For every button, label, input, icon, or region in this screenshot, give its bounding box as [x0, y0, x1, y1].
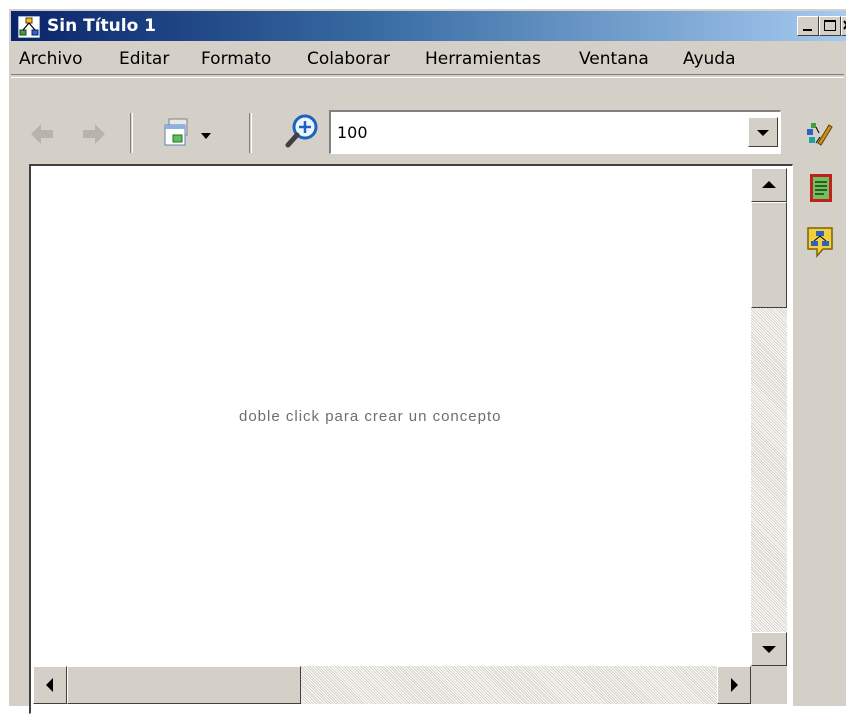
forward-arrow-icon[interactable] [79, 121, 107, 147]
zoom-in-icon[interactable] [285, 113, 321, 151]
window-title: Sin Título 1 [47, 16, 156, 36]
horizontal-scroll-thumb[interactable] [67, 666, 301, 704]
horizontal-scrollbar[interactable] [33, 666, 751, 704]
back-arrow-icon[interactable] [29, 121, 57, 147]
app-window: Sin Título 1 Archivo Editar Formato Cola… [8, 8, 846, 714]
concept-map-canvas[interactable]: doble click para crear un concepto [29, 164, 793, 714]
canvas-hint: doble click para crear un concepto [239, 408, 502, 425]
menu-ayuda[interactable]: Ayuda [683, 49, 736, 69]
arrow-left-icon [46, 678, 53, 692]
title-bar[interactable]: Sin Título 1 [11, 11, 846, 41]
toolbar-separator [130, 113, 133, 153]
close-icon [843, 20, 846, 30]
close-button[interactable] [841, 16, 846, 36]
arrow-right-icon [731, 678, 738, 692]
arrow-up-icon [762, 181, 776, 188]
menu-divider [11, 74, 844, 78]
menu-archivo[interactable]: Archivo [19, 49, 83, 69]
maximize-button[interactable] [819, 16, 841, 36]
scroll-left-button[interactable] [33, 666, 67, 704]
minimize-icon [803, 29, 812, 31]
menu-formato[interactable]: Formato [201, 49, 271, 69]
zoom-dropdown-button[interactable] [748, 117, 778, 147]
views-dropdown-icon[interactable] [161, 117, 195, 151]
menu-bar: Archivo Editar Formato Colaborar Herrami… [11, 43, 846, 73]
styles-icon[interactable] [805, 119, 835, 147]
scrollbar-corner [751, 666, 787, 704]
cmap-icon [18, 16, 40, 38]
zoom-field[interactable]: 100 [329, 110, 781, 154]
scroll-down-button[interactable] [751, 632, 787, 666]
zoom-value: 100 [337, 123, 368, 142]
list-document-icon[interactable] [809, 173, 833, 203]
toolbar-separator [249, 113, 252, 153]
arrow-down-icon [762, 646, 776, 653]
menu-ventana[interactable]: Ventana [579, 49, 649, 69]
vertical-scrollbar[interactable] [751, 168, 787, 666]
menu-editar[interactable]: Editar [119, 49, 169, 69]
minimize-button[interactable] [797, 16, 819, 36]
concept-map-bubble-icon[interactable] [805, 225, 835, 259]
scroll-right-button[interactable] [717, 666, 751, 704]
vertical-scroll-thumb[interactable] [751, 202, 787, 308]
chevron-down-icon[interactable] [199, 131, 213, 141]
chevron-down-icon [757, 130, 769, 136]
menu-herramientas[interactable]: Herramientas [425, 49, 541, 69]
menu-colaborar[interactable]: Colaborar [307, 49, 390, 69]
maximize-icon [824, 20, 836, 31]
scroll-up-button[interactable] [751, 168, 787, 202]
